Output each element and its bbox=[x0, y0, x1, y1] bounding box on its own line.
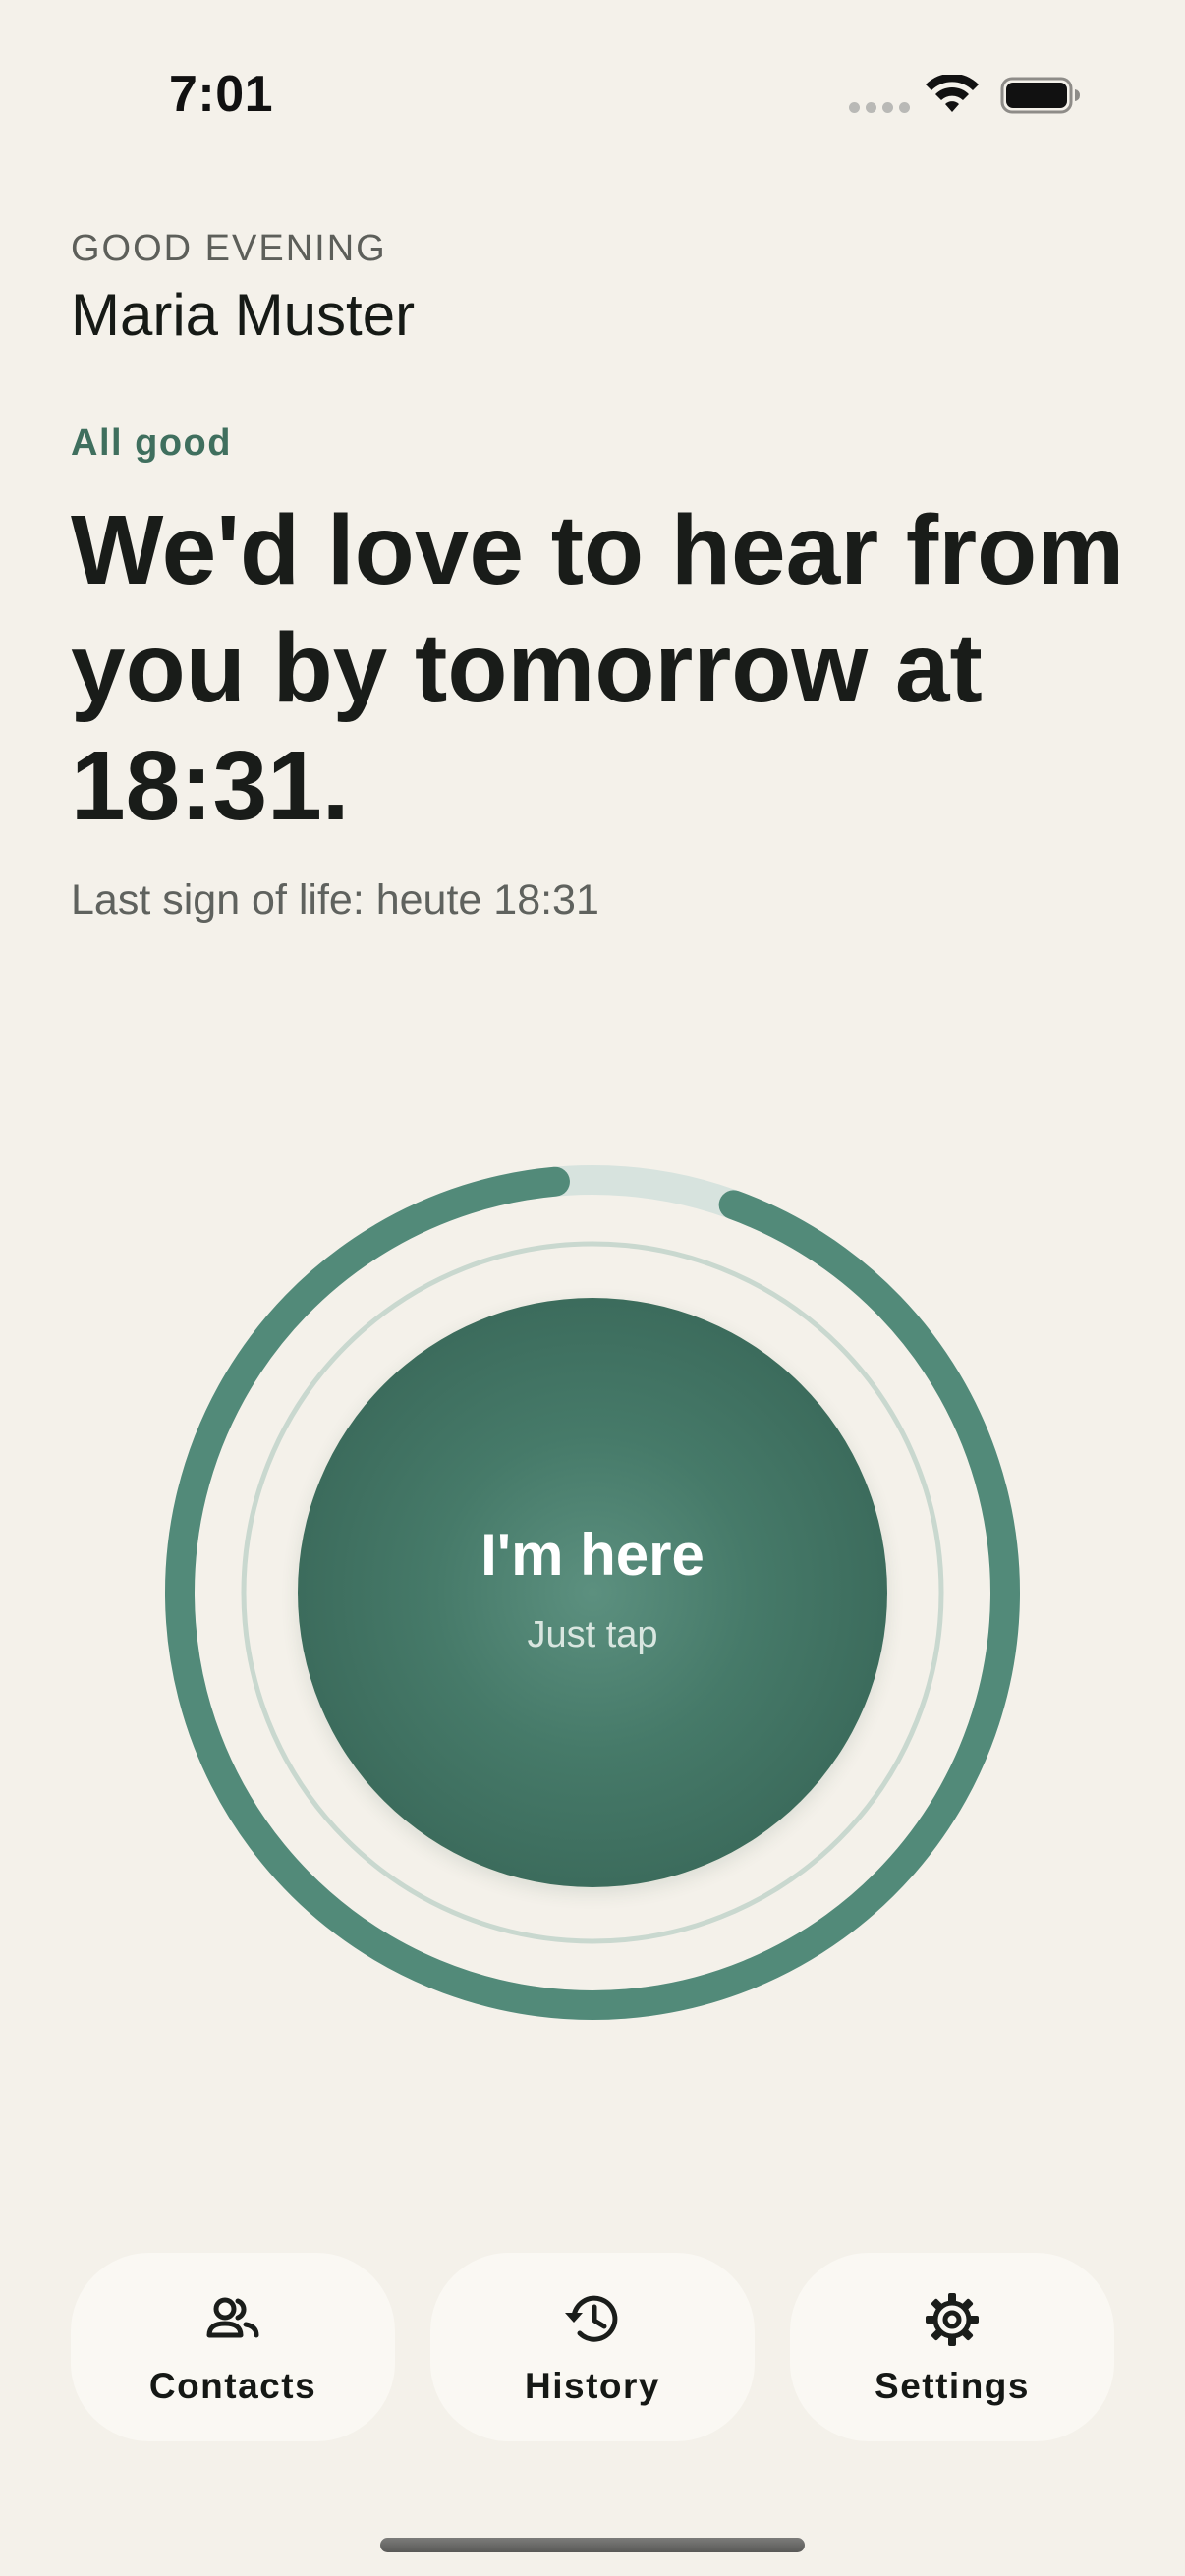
history-label: History bbox=[525, 2366, 660, 2406]
contacts-button[interactable]: Contacts bbox=[71, 2253, 395, 2441]
last-sign-of-life: Last sign of life: heute 18:31 bbox=[71, 876, 599, 924]
status-label: All good bbox=[71, 422, 232, 464]
settings-button[interactable]: Settings bbox=[790, 2253, 1114, 2441]
settings-label: Settings bbox=[875, 2366, 1030, 2406]
status-headline: We'd love to hear from you by tomorrow a… bbox=[71, 495, 1125, 841]
battery-icon bbox=[1000, 77, 1080, 114]
home-indicator bbox=[380, 2538, 805, 2552]
greeting: GOOD EVENING bbox=[71, 228, 387, 269]
contacts-label: Contacts bbox=[148, 2366, 317, 2406]
contacts-icon bbox=[206, 2297, 259, 2338]
status-bar: 7:01 bbox=[0, 0, 1185, 196]
wifi-icon bbox=[926, 75, 979, 112]
bottom-nav: Contacts History Settings bbox=[71, 2253, 1114, 2441]
im-here-button[interactable]: I'm here Just tap bbox=[298, 1298, 887, 1887]
im-here-label: I'm here bbox=[480, 1522, 705, 1588]
settings-icon bbox=[926, 2293, 979, 2346]
just-tap-label: Just tap bbox=[527, 1614, 658, 1655]
user-name: Maria Muster bbox=[71, 282, 416, 348]
cellular-signal-icon bbox=[849, 102, 910, 113]
history-icon bbox=[565, 2295, 618, 2342]
history-button[interactable]: History bbox=[430, 2253, 755, 2441]
checkin-ring: I'm here Just tap bbox=[157, 1157, 1028, 2028]
status-time: 7:01 bbox=[169, 66, 274, 123]
